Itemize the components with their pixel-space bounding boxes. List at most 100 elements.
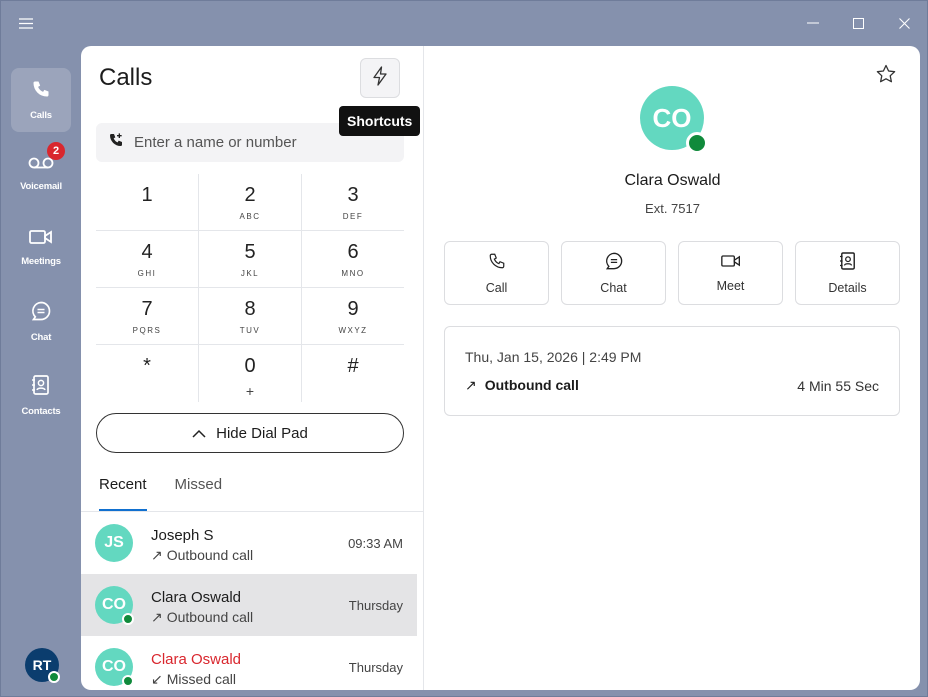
contact-detail-panel: CO Clara Oswald Ext. 7517 Call Chat Meet… xyxy=(423,46,920,690)
call-datetime: Thu, Jan 15, 2026 | 2:49 PM xyxy=(465,349,642,365)
rail-item-contacts[interactable]: Contacts xyxy=(11,364,71,428)
tab-missed[interactable]: Missed xyxy=(175,474,223,511)
avatar-initials: RT xyxy=(32,657,52,673)
minimize-icon[interactable] xyxy=(800,11,826,35)
action-label: Chat xyxy=(600,280,627,295)
user-avatar[interactable]: RT xyxy=(25,648,60,683)
video-icon xyxy=(720,254,741,273)
chat-icon xyxy=(605,252,623,275)
caller-name: Clara Oswald xyxy=(151,651,242,668)
avatar-initials: JS xyxy=(104,534,124,551)
avatar: JS xyxy=(95,524,133,562)
call-button[interactable]: Call xyxy=(444,241,549,305)
presence-indicator xyxy=(48,671,60,683)
avatar-initials: CO xyxy=(102,596,126,613)
dialpad-digit: 7 xyxy=(141,297,153,320)
call-type: ↙ Missed call xyxy=(151,671,236,688)
dialpad-key[interactable]: 2 ABC xyxy=(199,174,302,231)
dialpad-digit: 9 xyxy=(347,297,359,320)
avatar: CO xyxy=(95,648,134,687)
contact-initials: CO xyxy=(652,102,692,133)
dialpad-digit: 8 xyxy=(244,297,256,320)
phone-icon xyxy=(488,252,506,275)
app-window: Calls Voicemail 2 Meetings Chat Contacts… xyxy=(0,0,928,697)
call-history-card[interactable]: Thu, Jan 15, 2026 | 2:49 PM ↗ Outbound ca… xyxy=(444,326,900,416)
dialpad-key[interactable]: 9 WXYZ xyxy=(302,288,404,345)
missed-arrow-icon: ↙ xyxy=(151,671,163,687)
dialpad-letters: JKL xyxy=(240,268,260,278)
recent-call-row[interactable]: JS Joseph S ↗ Outbound call 09:33 AM xyxy=(81,512,417,574)
dialpad-key[interactable]: 3 DEF xyxy=(302,174,404,231)
favorite-star-icon[interactable] xyxy=(876,64,896,89)
presence-indicator xyxy=(122,613,134,625)
dialpad-letters: GHI xyxy=(137,268,157,278)
presence-indicator xyxy=(686,132,708,154)
dialpad-digit: 0 xyxy=(244,355,256,377)
shortcuts-tooltip: Shortcuts xyxy=(339,106,421,136)
dialpad-key[interactable]: 6 MNO xyxy=(302,231,404,288)
rail-item-label: Meetings xyxy=(21,256,61,267)
recent-call-row[interactable]: CO Clara Oswald ↗ Outbound call Thursday xyxy=(81,574,417,636)
dialpad-key[interactable]: 5 JKL xyxy=(199,231,302,288)
outbound-arrow-icon: ↗ xyxy=(151,547,163,563)
dialpad-digit: # xyxy=(347,355,359,377)
call-type: ↗ Outbound call xyxy=(151,547,253,564)
dialpad-letters: WXYZ xyxy=(338,325,368,335)
hide-dial-pad-label: Hide Dial Pad xyxy=(216,424,308,442)
recent-calls-list: JS Joseph S ↗ Outbound call 09:33 AM CO Clara … xyxy=(81,512,417,690)
hide-dial-pad-button[interactable]: Hide Dial Pad xyxy=(96,413,404,453)
voicemail-icon xyxy=(28,156,54,175)
caller-name: Clara Oswald xyxy=(151,589,242,606)
contacts-icon xyxy=(32,375,50,400)
maximize-icon[interactable] xyxy=(845,11,871,35)
dialpad-key[interactable]: 1 xyxy=(96,174,199,231)
dialpad-key[interactable]: 7 PQRS xyxy=(96,288,199,345)
dialpad-key[interactable]: * xyxy=(96,345,199,402)
dialpad-digit: 4 xyxy=(141,240,153,263)
action-label: Details xyxy=(828,280,867,295)
dialpad-letters: ABC xyxy=(239,211,261,221)
chevron-up-icon xyxy=(192,425,206,442)
call-time: Thursday xyxy=(348,660,403,675)
call-type: ↗ Outbound call xyxy=(151,609,253,626)
meet-button[interactable]: Meet xyxy=(678,241,783,305)
presence-indicator xyxy=(122,675,134,687)
rail-item-label: Chat xyxy=(30,332,52,343)
contact-extension: Ext. 7517 xyxy=(645,201,700,216)
action-label: Meet xyxy=(716,278,745,293)
outbound-arrow-icon: ↗ xyxy=(151,609,163,625)
contact-card-icon xyxy=(839,251,856,275)
dialpad-key[interactable]: 4 GHI xyxy=(96,231,199,288)
call-type-label: Missed call xyxy=(166,671,236,687)
call-time: Thursday xyxy=(348,598,403,613)
dialpad-key[interactable]: 0 + xyxy=(199,345,302,402)
page-title: Calls xyxy=(99,64,153,91)
lightning-icon xyxy=(372,65,388,91)
video-icon xyxy=(29,229,53,250)
title-bar xyxy=(1,1,927,45)
dialpad-letters: PQRS xyxy=(132,325,162,335)
rail-item-meetings[interactable]: Meetings xyxy=(11,216,71,280)
hamburger-icon[interactable] xyxy=(13,11,39,35)
dialpad-digit: 3 xyxy=(347,183,359,206)
rail-item-calls[interactable]: Calls xyxy=(11,68,71,132)
details-button[interactable]: Details xyxy=(795,241,900,305)
close-icon[interactable] xyxy=(891,11,917,35)
rail-item-voicemail[interactable]: Voicemail 2 xyxy=(11,142,71,206)
dialpad-key[interactable]: # xyxy=(302,345,404,402)
dialpad-digit: 6 xyxy=(347,240,359,263)
recent-call-row[interactable]: CO Clara Oswald ↙ Missed call Thursday xyxy=(81,636,417,690)
search-input[interactable] xyxy=(134,134,374,151)
action-label: Call xyxy=(485,280,508,295)
dialpad-letters: MNO xyxy=(341,268,365,278)
avatar: CO xyxy=(95,586,134,625)
tab-recent[interactable]: Recent xyxy=(99,474,147,511)
call-type: ↗ Outbound call xyxy=(465,377,579,394)
chat-button[interactable]: Chat xyxy=(561,241,666,305)
shortcuts-button[interactable] xyxy=(360,58,400,98)
caller-name: Joseph S xyxy=(151,527,214,544)
call-type-label: Outbound call xyxy=(166,609,254,625)
dialpad-key[interactable]: 8 TUV xyxy=(199,288,302,345)
rail-item-chat[interactable]: Chat xyxy=(11,290,71,354)
contact-name: Clara Oswald xyxy=(624,172,721,189)
